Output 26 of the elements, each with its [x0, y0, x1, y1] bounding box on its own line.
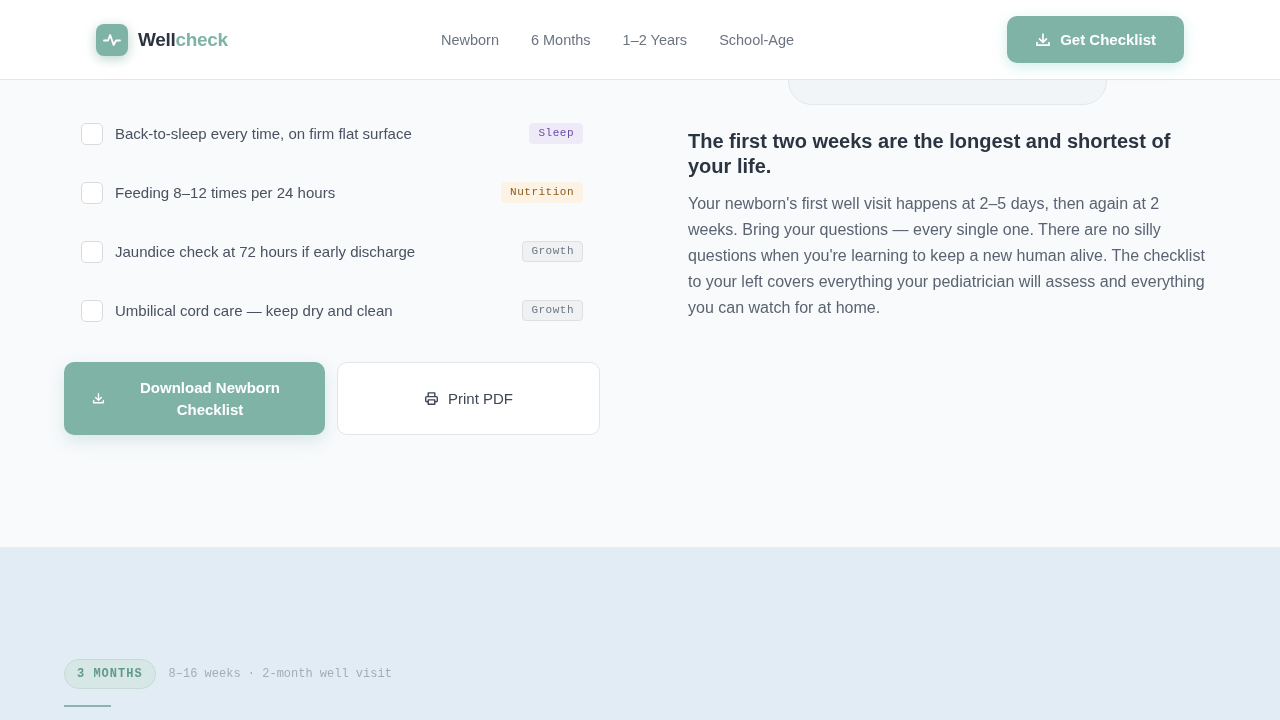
intro-paragraph: Your newborn's first well visit happens at 2–5 days, then again at 2 weeks. Bring your questions — every single one. There are no silly questions when you're learning to keep a new human alive. The checklist to your left covers everything your pediatrician will assess and everything you can watch for at home. — [688, 194, 1206, 318]
nav-link[interactable]: Newborn — [440, 31, 499, 48]
category-tag: Sleep — [529, 123, 583, 144]
nav-link[interactable]: 1–2 Years — [622, 31, 688, 48]
download-icon — [92, 392, 105, 405]
download-icon — [1035, 31, 1052, 48]
pulse-icon — [96, 23, 128, 56]
visit-meta: 8–16 weeks · 2-month well visit — [168, 667, 392, 681]
age-badge: 3 MONTHS — [64, 659, 156, 689]
checklist-item-text: Feeding 8–12 times per 24 hours — [115, 184, 337, 201]
category-tag: Nutrition — [501, 182, 583, 203]
nav-link[interactable]: 6 Months — [530, 31, 591, 48]
brand-name: Wellcheck — [138, 28, 228, 51]
checkbox[interactable] — [81, 240, 103, 263]
checklist-item-text: Jaundice check at 72 hours if early discharge — [115, 243, 417, 260]
checkbox[interactable] — [81, 181, 103, 204]
print-pdf-button[interactable]: Print PDF — [337, 362, 600, 435]
checkbox[interactable] — [81, 122, 103, 145]
checklist-item-text: Back-to-sleep every time, on firm flat surface — [115, 125, 413, 142]
nav-link[interactable]: School-Age — [719, 31, 795, 48]
intro-heading: The first two weeks are the longest and shortest of your life. — [688, 129, 1172, 179]
category-tag: Growth — [522, 241, 583, 262]
category-tag: Growth — [522, 300, 583, 321]
checkbox[interactable] — [81, 299, 103, 322]
checklist-item-text: Umbilical cord care — keep dry and clean — [115, 302, 394, 319]
printer-icon — [424, 391, 439, 406]
